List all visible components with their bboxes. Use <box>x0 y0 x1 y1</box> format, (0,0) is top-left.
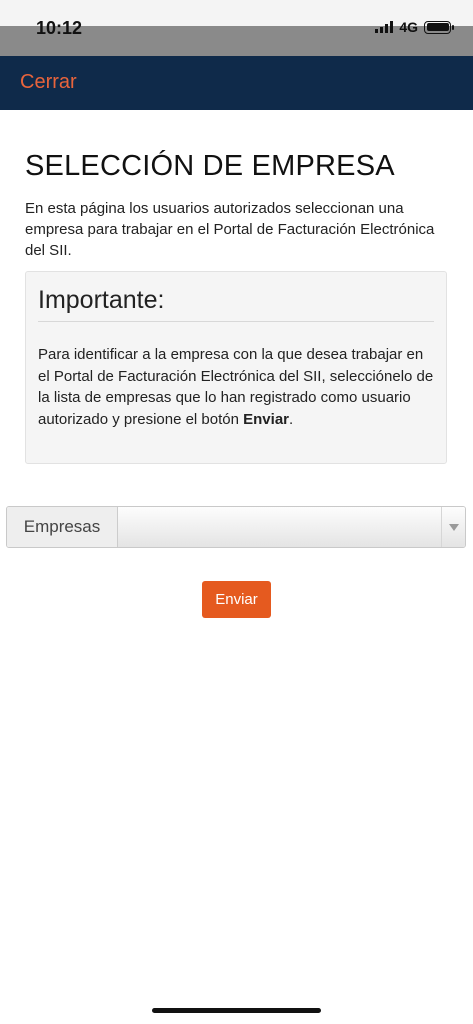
close-link[interactable]: Cerrar <box>20 71 77 94</box>
notice-title: Importante: <box>38 286 434 322</box>
intro-text: En esta página los usuarios autorizados … <box>25 200 435 259</box>
company-select[interactable] <box>118 507 465 547</box>
important-notice: Importante: Para identificar a la empres… <box>25 271 447 464</box>
company-select-group: Empresas <box>6 506 466 548</box>
top-navbar: Cerrar <box>0 56 473 110</box>
signal-icon <box>375 21 394 33</box>
notice-body-text: Para identificar a la empresa con la que… <box>38 346 434 428</box>
notice-body-bold: Enviar <box>243 410 289 428</box>
status-bar: 10:12 4G <box>0 0 473 56</box>
company-select-label: Empresas <box>7 507 118 547</box>
home-indicator[interactable] <box>152 1008 321 1013</box>
page-title: SELECCIÓN DE EMPRESA <box>25 150 395 182</box>
notice-body-end: . <box>289 410 294 428</box>
chevron-down-icon[interactable] <box>441 507 465 547</box>
network-type: 4G <box>399 19 418 35</box>
submit-button[interactable]: Enviar <box>202 581 271 618</box>
battery-icon <box>424 20 454 34</box>
status-indicators: 4G <box>375 19 454 35</box>
status-time: 10:12 <box>36 18 83 38</box>
notice-body: Para identificar a la empresa con la que… <box>38 344 434 430</box>
